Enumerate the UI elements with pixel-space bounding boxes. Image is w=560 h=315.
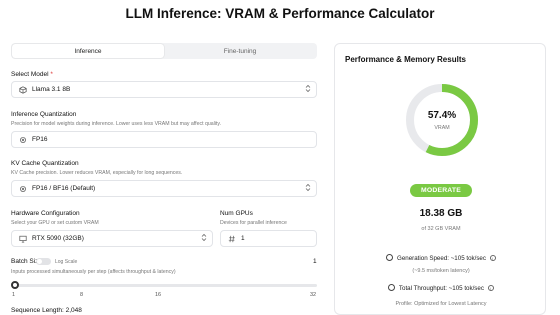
kv-cache-hint: KV Cache precision. Lower reduces VRAM, … [11,170,183,176]
hardware-select-value: RTX 5090 (32GB) [32,235,84,242]
quantization-select[interactable]: FP16 [11,131,317,148]
info-icon[interactable]: i [489,255,496,261]
toggle-knob [37,259,42,264]
num-gpus-value: 1 [241,235,245,242]
sequence-length-label: Sequence Length: 2,048 [11,307,82,314]
profile-text: Profile: Optimized for Lowest Latency [395,301,487,307]
num-gpus-input[interactable]: 1 [220,230,317,247]
slider-tick: 1 [12,292,16,298]
batch-size-slider-thumb[interactable] [11,281,19,289]
kv-cache-select-value: FP16 / BF16 (Default) [32,185,96,192]
quantization-hint: Precision for model weights during infer… [11,121,221,127]
hardware-select[interactable]: RTX 5090 (32GB) [11,230,213,247]
vram-used: 18.38 GB [419,208,463,219]
results-title: Performance & Memory Results [345,55,466,64]
batch-size-slider-track[interactable] [13,284,317,287]
gauge-label: VRAM [434,125,450,131]
generation-speed: Generation Speed: ~105 tok/sec i [346,254,536,262]
slider-tick: 32 [310,292,317,298]
hardware-hint: Select your GPU or set custom VRAM [11,220,99,226]
log-scale-toggle[interactable] [36,258,51,265]
log-scale-label: Log Scale [55,259,78,265]
total-throughput-text: Total Throughput: ~105 tok/sec [398,285,484,292]
settings-icon [18,184,27,193]
vram-percent: 57.4% [427,110,457,121]
generation-speed-text: Generation Speed: ~105 tok/sec [397,255,486,262]
quantization-select-value: FP16 [32,136,48,143]
slider-tick: 8 [80,292,84,298]
chevron-updown-icon [305,84,311,93]
clock-icon [386,254,394,261]
clock-icon [388,284,396,291]
model-label-text: Select Model [11,71,49,78]
tab-fine-tuning[interactable]: Fine-tuning [164,44,316,58]
kv-cache-select[interactable]: FP16 / BF16 (Default) [11,180,317,197]
kv-cache-label: KV Cache Quantization [11,160,79,167]
hash-icon [227,234,236,243]
batch-size-value: 1 [313,258,317,265]
num-gpus-label: Num GPUs [220,210,253,217]
required-mark: * [50,71,53,78]
model-label: Select Model * [11,71,53,78]
total-throughput: Total Throughput: ~105 tok/sec i [346,284,536,292]
chevron-updown-icon [305,183,311,192]
token-latency: (~9.5 ms/token latency) [412,268,470,274]
slider-tick: 16 [155,292,162,298]
status-badge: MODERATE [410,184,472,197]
num-gpus-hint: Devices for parallel inference [220,220,287,226]
batch-size-hint: Inputs processed simultaneously per step… [11,269,176,275]
settings-icon [18,135,27,144]
tab-inference[interactable]: Inference [12,44,164,58]
info-icon[interactable]: i [487,285,494,291]
model-select[interactable]: Llama 3.1 8B [11,81,317,98]
mode-tabs: Inference Fine-tuning [11,43,317,59]
hardware-label: Hardware Configuration [11,210,80,217]
chevron-updown-icon [201,233,207,242]
model-select-value: Llama 3.1 8B [32,86,71,93]
quantization-label: Inference Quantization [11,111,77,118]
monitor-icon [18,234,27,243]
page-title: LLM Inference: VRAM & Performance Calcul… [125,6,435,21]
vram-capacity: of 32 GB VRAM [421,226,461,232]
cube-icon [18,85,27,94]
